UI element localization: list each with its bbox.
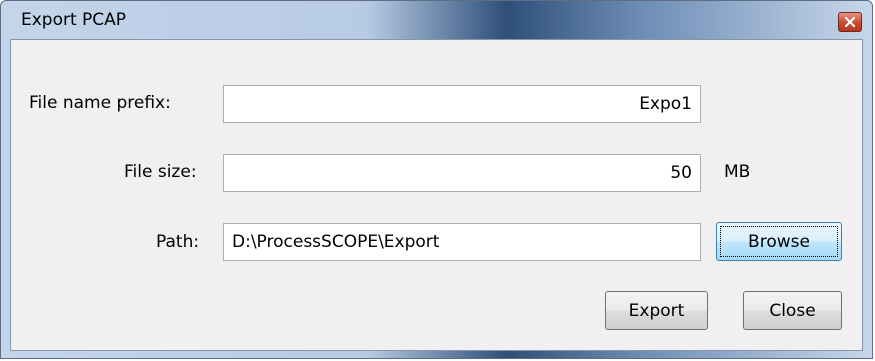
title-bar[interactable]: Export PCAP — [1, 1, 872, 39]
window-title: Export PCAP — [21, 10, 127, 30]
export-button[interactable]: Export — [605, 291, 708, 330]
close-button[interactable]: Close — [743, 291, 842, 330]
dialog-body: File name prefix: File size: MB Path: Br… — [10, 39, 863, 351]
window-close-button[interactable] — [838, 12, 862, 32]
file-size-input[interactable] — [223, 154, 701, 192]
file-size-label: File size: — [124, 162, 197, 182]
file-size-unit: MB — [724, 162, 751, 182]
export-pcap-window: Export PCAP File name prefix: File size:… — [0, 0, 873, 359]
prefix-label: File name prefix: — [29, 93, 171, 113]
prefix-input[interactable] — [223, 85, 701, 123]
close-x-icon — [844, 17, 856, 27]
path-label: Path: — [156, 232, 200, 252]
path-input[interactable] — [223, 223, 701, 261]
browse-button[interactable]: Browse — [716, 222, 842, 261]
